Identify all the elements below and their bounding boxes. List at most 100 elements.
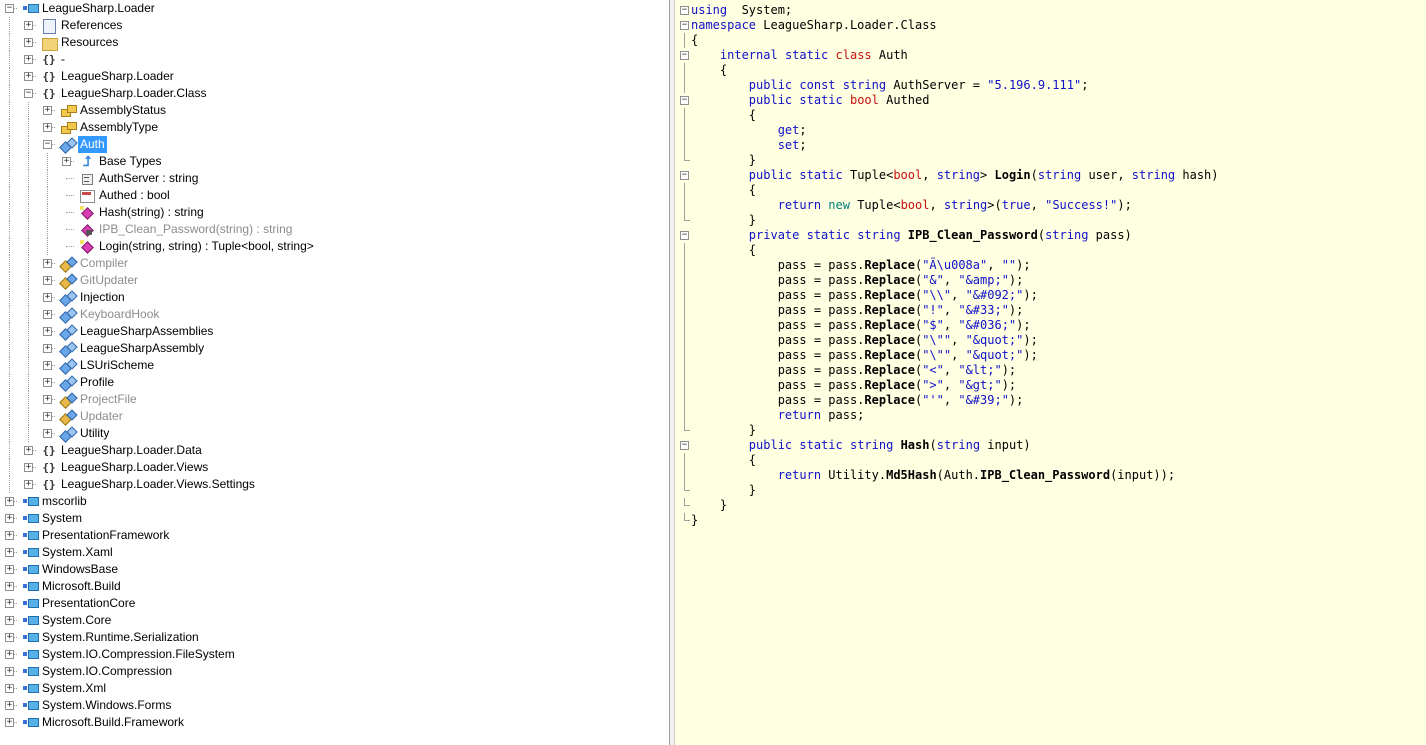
expand-icon[interactable]: + [5, 701, 14, 710]
tree-node[interactable]: + Microsoft.Build [0, 578, 669, 595]
code-line[interactable]: { [675, 33, 1426, 48]
expand-icon[interactable]: + [24, 21, 33, 30]
expand-icon[interactable]: + [43, 293, 52, 302]
tree-node[interactable]: + Updater [0, 408, 669, 425]
tree-node[interactable]: + System [0, 510, 669, 527]
tree-node[interactable]: + {} LeagueSharp.Loader.Views.Settings [0, 476, 669, 493]
expand-icon[interactable]: + [24, 72, 33, 81]
tree-node[interactable]: + AssemblyStatus [0, 102, 669, 119]
code-line[interactable]: } [675, 498, 1426, 513]
code-line[interactable]: pass = pass.Replace("'", "&#39;"); [675, 393, 1426, 408]
code-line[interactable]: } [675, 483, 1426, 498]
tree-node[interactable]: + {} - [0, 51, 669, 68]
code-line[interactable]: return Utility.Md5Hash(Auth.IPB_Clean_Pa… [675, 468, 1426, 483]
code-line[interactable]: get; [675, 123, 1426, 138]
tree-node[interactable]: + PresentationFramework [0, 527, 669, 544]
code-line[interactable]: } [675, 513, 1426, 528]
expand-icon[interactable]: + [5, 616, 14, 625]
expand-icon[interactable]: + [5, 548, 14, 557]
expand-icon[interactable]: + [5, 599, 14, 608]
code-line[interactable]: − public static bool Authed [675, 93, 1426, 108]
expand-icon[interactable]: + [5, 531, 14, 540]
expand-icon[interactable]: + [43, 327, 52, 336]
code-line[interactable]: { [675, 108, 1426, 123]
expand-icon[interactable]: + [5, 650, 14, 659]
expand-icon[interactable]: + [43, 412, 52, 421]
tree-node[interactable]: − LeagueSharp.Loader [0, 0, 669, 17]
tree-node[interactable]: + LeagueSharpAssemblies [0, 323, 669, 340]
tree-node[interactable]: Hash(string) : string [0, 204, 669, 221]
tree-node[interactable]: + References [0, 17, 669, 34]
code-line[interactable]: pass = pass.Replace(">", "&gt;"); [675, 378, 1426, 393]
code-line[interactable]: − public static string Hash(string input… [675, 438, 1426, 453]
tree-node[interactable]: + mscorlib [0, 493, 669, 510]
code-line[interactable]: } [675, 213, 1426, 228]
tree-node[interactable]: + Utility [0, 425, 669, 442]
expand-icon[interactable]: + [43, 395, 52, 404]
code-line[interactable]: pass = pass.Replace("$", "&#036;"); [675, 318, 1426, 333]
expand-icon[interactable]: + [43, 429, 52, 438]
code-line[interactable]: − internal static class Auth [675, 48, 1426, 63]
code-line[interactable]: } [675, 423, 1426, 438]
code-line[interactable]: { [675, 243, 1426, 258]
tree-node[interactable]: Login(string, string) : Tuple<bool, stri… [0, 238, 669, 255]
expand-icon[interactable]: + [62, 157, 71, 166]
tree-node[interactable]: + {} LeagueSharp.Loader.Views [0, 459, 669, 476]
expand-icon[interactable]: + [5, 565, 14, 574]
expand-icon[interactable]: + [43, 310, 52, 319]
fold-collapse-icon[interactable]: − [680, 96, 689, 105]
code-line[interactable]: pass = pass.Replace("&", "&amp;"); [675, 273, 1426, 288]
code-line[interactable]: { [675, 183, 1426, 198]
code-line[interactable]: pass = pass.Replace("\"", "&quot;"); [675, 348, 1426, 363]
expand-icon[interactable]: + [43, 344, 52, 353]
tree-node[interactable]: + System.Xml [0, 680, 669, 697]
tree-node[interactable]: + Compiler [0, 255, 669, 272]
tree-node[interactable]: + System.IO.Compression.FileSystem [0, 646, 669, 663]
tree-node[interactable]: + KeyboardHook [0, 306, 669, 323]
expand-icon[interactable]: + [43, 276, 52, 285]
code-line[interactable]: return pass; [675, 408, 1426, 423]
collapse-icon[interactable]: − [5, 4, 14, 13]
assembly-tree-panel[interactable]: − LeagueSharp.Loader + References + Resources… [0, 0, 670, 745]
expand-icon[interactable]: + [43, 378, 52, 387]
code-line[interactable]: pass = pass.Replace("Ã\u008a", ""); [675, 258, 1426, 273]
tree-node[interactable]: −{} LeagueSharp.Loader.Class [0, 85, 669, 102]
code-line[interactable]: { [675, 453, 1426, 468]
tree-node[interactable]: + WindowsBase [0, 561, 669, 578]
collapse-icon[interactable]: − [24, 89, 33, 98]
tree-node[interactable]: IPB_Clean_Password(string) : string [0, 221, 669, 238]
expand-icon[interactable]: + [5, 684, 14, 693]
expand-icon[interactable]: + [24, 463, 33, 472]
tree-node[interactable]: + LSUriScheme [0, 357, 669, 374]
fold-collapse-icon[interactable]: − [680, 231, 689, 240]
code-view-panel[interactable]: − using System; − namespace LeagueSharp.Loa… [675, 0, 1426, 745]
code-line[interactable]: − namespace LeagueSharp.Loader.Class [675, 18, 1426, 33]
expand-icon[interactable]: + [5, 497, 14, 506]
tree-node[interactable]: + Profile [0, 374, 669, 391]
tree-node[interactable]: + System.IO.Compression [0, 663, 669, 680]
tree-node[interactable]: + System.Runtime.Serialization [0, 629, 669, 646]
fold-collapse-icon[interactable]: − [680, 51, 689, 60]
expand-icon[interactable]: + [5, 667, 14, 676]
code-line[interactable]: pass = pass.Replace("\"", "&quot;"); [675, 333, 1426, 348]
tree-node[interactable]: + System.Xaml [0, 544, 669, 561]
code-line[interactable]: pass = pass.Replace("<", "&lt;"); [675, 363, 1426, 378]
code-line[interactable]: − private static string IPB_Clean_Passwo… [675, 228, 1426, 243]
tree-node[interactable]: + System.Core [0, 612, 669, 629]
expand-icon[interactable]: + [43, 361, 52, 370]
code-line[interactable]: set; [675, 138, 1426, 153]
expand-icon[interactable]: + [5, 633, 14, 642]
tree-node[interactable]: + Injection [0, 289, 669, 306]
code-line[interactable]: } [675, 153, 1426, 168]
expand-icon[interactable]: + [5, 582, 14, 591]
code-line[interactable]: return new Tuple<bool, string>(true, "Su… [675, 198, 1426, 213]
expand-icon[interactable]: + [5, 718, 14, 727]
expand-icon[interactable]: + [43, 259, 52, 268]
tree-node[interactable]: + AssemblyType [0, 119, 669, 136]
tree-node[interactable]: + PresentationCore [0, 595, 669, 612]
fold-collapse-icon[interactable]: − [680, 21, 689, 30]
code-line[interactable]: { [675, 63, 1426, 78]
code-line[interactable]: pass = pass.Replace("!", "&#33;"); [675, 303, 1426, 318]
expand-icon[interactable]: + [24, 38, 33, 47]
expand-icon[interactable]: + [24, 480, 33, 489]
